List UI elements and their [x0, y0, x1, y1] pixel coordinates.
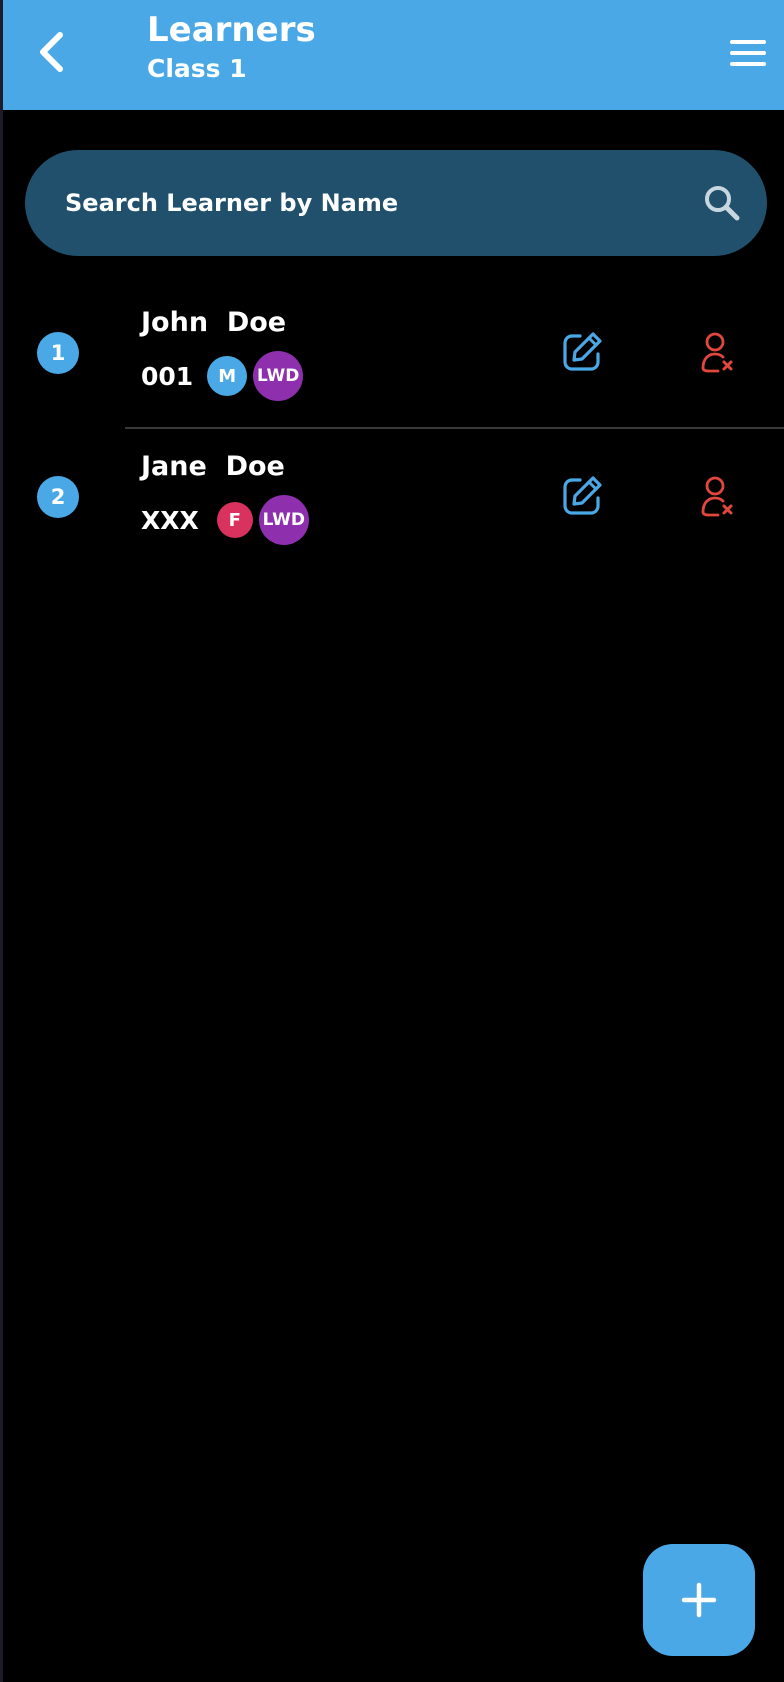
add-learner-button[interactable] [643, 1544, 755, 1656]
remove-learner-button[interactable] [693, 471, 743, 521]
plus-icon [681, 1582, 717, 1618]
app-header: Learners Class 1 [3, 0, 784, 110]
gender-badge: F [216, 502, 253, 538]
row-number-badge: 1 [37, 332, 79, 374]
learner-row[interactable]: 2 Jane Doe XXX F LWD [3, 429, 784, 573]
page-subtitle: Class 1 [147, 54, 247, 83]
learner-row[interactable]: 1 John Doe 001 M LWD [3, 285, 784, 429]
hamburger-menu-icon [730, 40, 766, 66]
back-button[interactable] [25, 24, 77, 80]
remove-user-icon [701, 332, 733, 373]
learner-meta: 001 M LWD [141, 350, 304, 402]
learner-code: 001 [141, 361, 194, 391]
search-input[interactable] [65, 189, 699, 217]
page-title: Learners [147, 10, 316, 50]
learner-list: 1 John Doe 001 M LWD 2 Jane Doe XXX F LW… [3, 285, 784, 573]
edit-icon [563, 332, 602, 371]
app-screen: Learners Class 1 1 John Doe 001 M [0, 0, 784, 1682]
learner-code: XXX [141, 505, 199, 535]
menu-button[interactable] [723, 30, 773, 76]
search-bar [25, 150, 767, 256]
header-title-block: Learners Class 1 [147, 8, 316, 86]
chevron-left-icon [40, 32, 63, 72]
remove-learner-button[interactable] [693, 327, 743, 377]
learner-meta: XXX F LWD [141, 494, 309, 546]
lwd-badge: LWD [253, 351, 304, 401]
remove-user-icon [701, 476, 733, 517]
search-icon[interactable] [699, 180, 745, 226]
gender-badge: M [207, 356, 248, 396]
edit-learner-button[interactable] [557, 471, 607, 521]
lwd-badge: LWD [258, 495, 309, 545]
row-number-badge: 2 [37, 476, 79, 518]
edit-icon [563, 476, 602, 515]
edit-learner-button[interactable] [557, 327, 607, 377]
learner-name: Jane Doe [141, 451, 285, 482]
learner-name: John Doe [141, 307, 287, 338]
